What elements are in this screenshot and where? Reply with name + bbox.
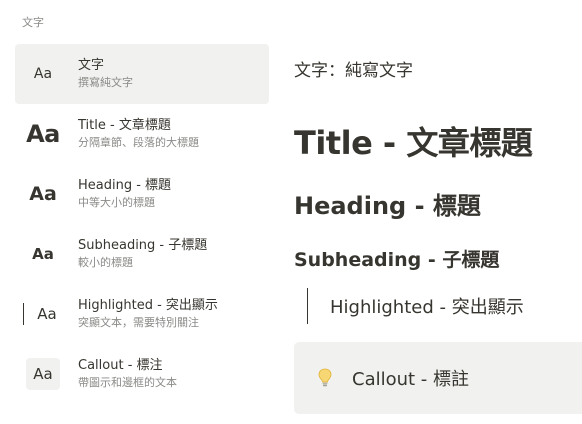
heading-thumbnail: Aa [20, 178, 66, 210]
callout-thumbnail: Aa [20, 358, 66, 390]
preview-highlighted-text: Highlighted - 突出顯示 [330, 297, 524, 318]
preview-subheading: Subheading - 子標題 [294, 249, 500, 271]
menu-item-heading[interactable]: Aa Heading - 標題 中等大小的標題 [15, 164, 269, 224]
menu-item-title[interactable]: Aa Title - 文章標題 分隔章節、段落的大標題 [15, 104, 269, 164]
menu-item-text-block: Title - 文章標題 分隔章節、段落的大標題 [78, 118, 199, 150]
preview-heading: Heading - 標題 [294, 192, 481, 220]
thumbnail-label: Aa [32, 245, 54, 263]
thumbnail-label: Aa [26, 120, 60, 148]
menu-item-description: 突顯文本，需要特別關注 [78, 316, 199, 329]
menu-item-text-block: 文字 撰寫純文字 [78, 58, 133, 90]
menu-item-text-block: Heading - 標題 中等大小的標題 [78, 178, 171, 210]
menu-item-title: Highlighted - 突出顯示 [78, 298, 218, 313]
menu-item-text[interactable]: Aa 文字 撰寫純文字 [15, 44, 269, 104]
menu-item-description: 較小的標題 [78, 256, 133, 269]
menu-item-text-block: Callout - 標注 帶圖示和邊框的文本 [78, 358, 177, 390]
menu-item-title: 文字 [78, 58, 105, 73]
menu-item-title: Title - 文章標題 [78, 118, 171, 133]
menu-item-description: 中等大小的標題 [78, 196, 155, 209]
menu-item-title: Subheading - 子標題 [78, 238, 208, 253]
highlight-bar [23, 303, 24, 325]
menu-item-subheading[interactable]: Aa Subheading - 子標題 較小的標題 [15, 224, 269, 284]
menu-item-text-block: Highlighted - 突出顯示 突顯文本，需要特別關注 [78, 298, 218, 330]
callout-thumbnail-box: Aa [26, 358, 60, 390]
highlighted-thumbnail: Aa [20, 298, 66, 330]
menu-item-highlighted[interactable]: Aa Highlighted - 突出顯示 突顯文本，需要特別關注 [15, 284, 269, 344]
text-style-panel: 文字 Aa 文字 撰寫純文字 Aa Title - 文章標題 分隔章節、段落的大… [0, 0, 582, 424]
text-style-thumbnail: Aa [20, 58, 66, 90]
preview-text: 文字：純寫文字 [294, 61, 413, 81]
preview-title: Title - 文章標題 [294, 124, 533, 162]
style-preview: 文字：純寫文字 Title - 文章標題 Heading - 標題 Subhea… [294, 0, 582, 424]
thumbnail-label: Aa [37, 305, 57, 323]
highlight-bar [307, 288, 308, 324]
lightbulb-icon [316, 366, 334, 390]
menu-item-callout[interactable]: Aa Callout - 標注 帶圖示和邊框的文本 [15, 344, 269, 404]
menu-item-title: Heading - 標題 [78, 178, 172, 193]
title-thumbnail: Aa [20, 118, 66, 150]
menu-item-description: 分隔章節、段落的大標題 [78, 136, 199, 149]
menu-item-title: Callout - 標注 [78, 358, 163, 373]
preview-callout-text: Callout - 標註 [352, 369, 470, 390]
text-style-menu: Aa 文字 撰寫純文字 Aa Title - 文章標題 分隔章節、段落的大標題 … [15, 44, 269, 404]
preview-callout: Callout - 標註 [294, 342, 582, 414]
thumbnail-label: Aa [29, 183, 57, 205]
subheading-thumbnail: Aa [20, 238, 66, 270]
preview-highlighted: Highlighted - 突出顯示 [307, 288, 524, 324]
menu-item-description: 撰寫純文字 [78, 76, 133, 89]
thumbnail-label: Aa [33, 66, 53, 82]
menu-item-description: 帶圖示和邊框的文本 [78, 376, 177, 389]
section-header: 文字 [22, 16, 44, 29]
menu-item-text-block: Subheading - 子標題 較小的標題 [78, 238, 207, 270]
thumbnail-label: Aa [33, 365, 53, 383]
